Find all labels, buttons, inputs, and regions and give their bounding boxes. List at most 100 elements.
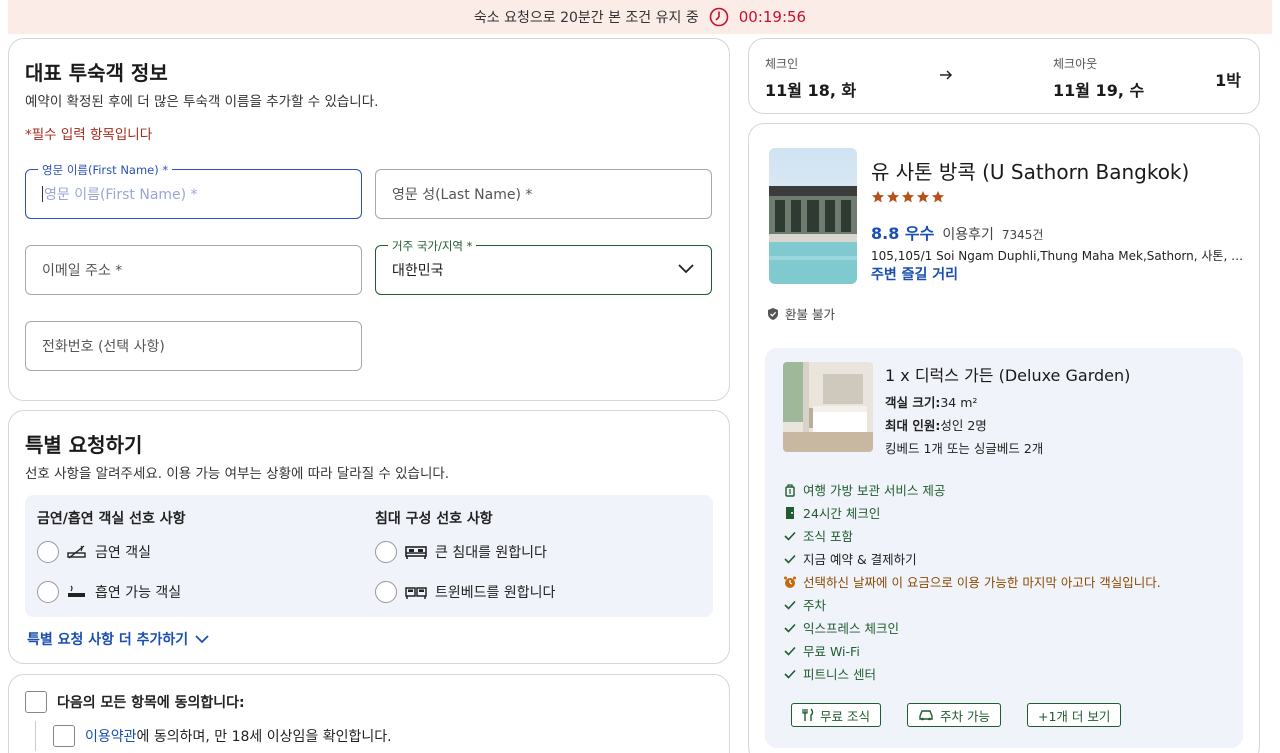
amenity-label: 피트니스 센터 <box>803 667 876 682</box>
amenity-parking: 주차 <box>783 595 826 614</box>
country-value: 대한민국 <box>392 263 444 279</box>
reviews-count: 7345건 <box>1001 228 1044 242</box>
refund-policy: 환불 불가 <box>767 304 835 323</box>
required-note: *필수 입력 항목입니다 <box>25 127 153 143</box>
room-occupancy: 최대 인원:성인 2명 <box>885 415 987 434</box>
check-icon <box>783 667 797 681</box>
twin-bed-label: 트윈베드를 원합니다 <box>435 585 556 601</box>
room-photo[interactable] <box>783 362 873 452</box>
phone-input[interactable]: 전화번호 (선택 사항) <box>25 321 362 371</box>
amenity-label: 지금 예약 & 결제하기 <box>803 552 917 567</box>
radio-twin-bed[interactable]: 트윈베드를 원합니다 <box>375 581 555 603</box>
checkin-label: 체크인 <box>765 57 799 71</box>
amenity-label: 여행 가방 보관 서비스 제공 <box>803 483 946 498</box>
agree-all-row[interactable]: 다음의 모든 항목에 동의합니다: <box>25 691 245 713</box>
amenity-label: 조식 포함 <box>803 529 853 544</box>
check-icon <box>783 552 797 566</box>
phone-placeholder: 전화번호 (선택 사항) <box>42 339 165 355</box>
country-select[interactable]: 거주 국가/지역 * 대한민국 <box>375 238 712 295</box>
agree-terms-rest: 에 동의하며, 만 18세 이상임을 확인합니다. <box>136 729 392 745</box>
hold-timer-banner: 숙소 요청으로 20분간 본 조건 유지 중 00:19:56 <box>8 0 1272 34</box>
chip-free-breakfast[interactable]: 무료 조식 <box>791 703 881 727</box>
first-name-label: 영문 이름(First Name) * <box>38 162 173 178</box>
radio-circle[interactable] <box>375 541 397 563</box>
amenity-label: 주차 <box>803 598 827 613</box>
room-occupancy-label: 최대 인원: <box>885 418 941 433</box>
reviews-label: 이용후기 <box>942 227 994 243</box>
agreement-card: 다음의 모든 항목에 동의합니다: 이용약관에 동의하며, 만 18세 이상임을… <box>8 674 730 753</box>
chip-label: 주차 가능 <box>939 708 990 724</box>
agree-all-checkbox[interactable] <box>25 691 47 713</box>
smoking-label: 흡연 가능 객실 <box>95 585 182 601</box>
refund-label: 환불 불가 <box>785 307 835 322</box>
agree-terms-row[interactable]: 이용약관에 동의하며, 만 18세 이상임을 확인합니다. <box>53 725 392 747</box>
checkin-value: 11월 18, 화 <box>765 81 857 100</box>
large-bed-label: 큰 침대를 원합니다 <box>435 545 547 561</box>
amenity-24h-checkin: 24시간 체크인 <box>783 503 880 522</box>
bed-pref-title: 침대 구성 선호 사항 <box>375 511 493 527</box>
hotel-summary-card: 유 사톤 방콕 (U Sathorn Bangkok) 8.8 우수 이용후기 … <box>748 123 1260 753</box>
room-size-label: 객실 크기: <box>885 395 941 410</box>
special-requests-card: 특별 요청하기 선호 사항을 알려주세요. 이용 가능 여부는 상황에 따라 달… <box>8 410 730 664</box>
agree-indent-line <box>35 721 36 751</box>
special-requests-subtitle: 선호 사항을 알려주세요. 이용 가능 여부는 상황에 따라 달라질 수 있습니… <box>25 466 450 482</box>
chip-show-more[interactable]: +1개 더 보기 <box>1026 703 1122 727</box>
chevron-down-icon <box>678 264 694 274</box>
email-input[interactable]: 이메일 주소 * <box>25 245 362 295</box>
feature-chips: 무료 조식 주차 가능 +1개 더 보기 <box>791 703 1122 727</box>
double-bed-icon <box>405 546 427 559</box>
twin-bed-icon <box>405 587 427 599</box>
agree-all-label: 다음의 모든 항목에 동의합니다: <box>57 695 245 711</box>
preferences-box: 금연/흡연 객실 선호 사항 금연 객실 흡연 가능 객실 침대 구성 선호 사… <box>25 495 713 617</box>
last-room-label: 선택하신 날짜에 이 요금으로 이용 가능한 마지막 아고다 객실입니다. <box>803 575 1161 590</box>
nearby-attractions-link[interactable]: 주변 즐길 거리 <box>871 264 958 284</box>
luggage-icon <box>783 483 797 497</box>
radio-non-smoking[interactable]: 금연 객실 <box>37 541 151 563</box>
radio-smoking[interactable]: 흡연 가능 객실 <box>37 581 181 603</box>
amenity-fitness: 피트니스 센터 <box>783 664 876 683</box>
amenity-luggage: 여행 가방 보관 서비스 제공 <box>783 480 945 499</box>
radio-large-bed[interactable]: 큰 침대를 원합니다 <box>375 541 547 563</box>
alarm-clock-icon <box>783 575 797 589</box>
star-icon <box>902 191 914 203</box>
smoking-icon <box>68 585 85 597</box>
room-size: 객실 크기:34 m² <box>885 392 977 411</box>
chip-parking[interactable]: 주차 가능 <box>906 703 1001 727</box>
radio-circle[interactable] <box>37 581 59 603</box>
check-icon <box>783 529 797 543</box>
room-beds: 킹베드 1개 또는 싱글베드 2개 <box>885 441 1044 456</box>
hotel-name[interactable]: 유 사톤 방콕 (U Sathorn Bangkok) <box>871 156 1189 185</box>
amenity-pay-now: 지금 예약 & 결제하기 <box>783 549 917 568</box>
amenity-express-checkin: 익스프레스 체크인 <box>783 618 899 637</box>
star-icon <box>917 191 929 203</box>
last-name-placeholder: 영문 성(Last Name) * <box>392 187 533 203</box>
room-details-box: 1 x 디럭스 가든 (Deluxe Garden) 객실 크기:34 m² 최… <box>765 348 1243 748</box>
add-more-requests-link[interactable]: 특별 요청 사항 더 추가하기 <box>27 629 210 649</box>
guest-info-subtitle: 예약이 확정된 후에 더 많은 투숙객 이름을 추가할 수 있습니다. <box>25 94 379 110</box>
star-icon <box>932 191 944 203</box>
radio-circle[interactable] <box>375 581 397 603</box>
terms-link[interactable]: 이용약관 <box>85 729 137 745</box>
agree-terms-checkbox[interactable] <box>53 725 75 747</box>
country-label: 거주 국가/지역 * <box>388 238 477 254</box>
last-room-notice: 선택하신 날짜에 이 요금으로 이용 가능한 마지막 아고다 객실입니다. <box>783 572 1161 591</box>
room-occupancy-value: 성인 2명 <box>940 418 987 433</box>
email-placeholder: 이메일 주소 * <box>42 263 123 279</box>
star-rating <box>871 190 945 204</box>
radio-circle[interactable] <box>37 541 59 563</box>
arrow-right-icon <box>940 70 953 80</box>
shield-check-icon <box>768 307 778 320</box>
hotel-address: 105,105/1 Soi Ngam Duphli,Thung Maha Mek… <box>871 249 1247 263</box>
first-name-placeholder: 영문 이름(First Name) * <box>44 187 198 203</box>
checkout-value: 11월 19, 수 <box>1053 81 1145 100</box>
first-name-input[interactable]: 영문 이름(First Name) * 영문 이름(First Name) * <box>25 162 362 219</box>
nights-count: 1박 <box>1215 71 1241 90</box>
countdown-time: 00:19:56 <box>738 8 807 26</box>
smoking-pref-title: 금연/흡연 객실 선호 사항 <box>37 511 186 527</box>
hotel-photo[interactable] <box>769 148 857 284</box>
no-smoking-icon <box>67 545 86 559</box>
amenity-label: 24시간 체크인 <box>803 506 881 521</box>
last-name-input[interactable]: 영문 성(Last Name) * <box>375 169 712 219</box>
check-icon <box>783 621 797 635</box>
hold-message: 숙소 요청으로 20분간 본 조건 유지 중 <box>473 10 699 26</box>
